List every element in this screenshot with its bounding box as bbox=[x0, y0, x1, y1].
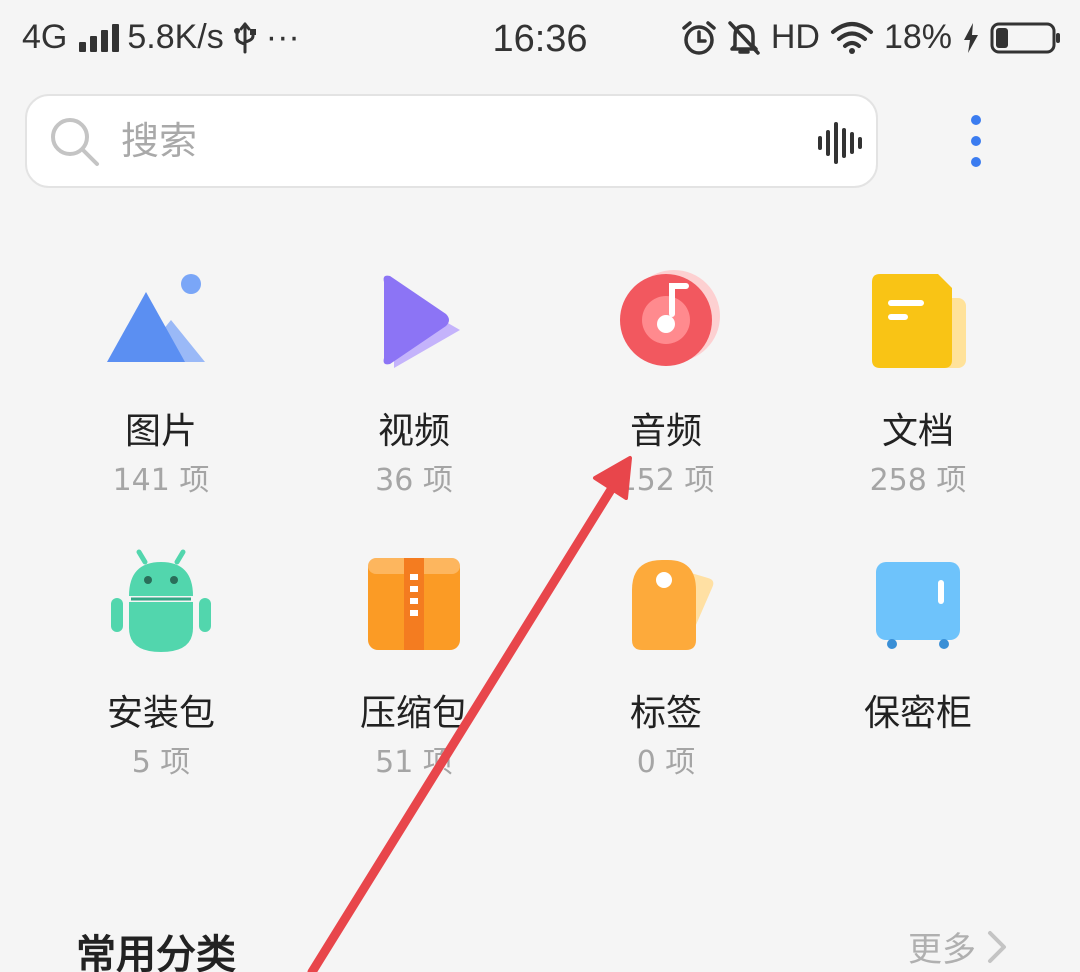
search-icon bbox=[51, 118, 99, 166]
search-input[interactable] bbox=[121, 119, 771, 163]
safe-icon bbox=[876, 562, 960, 649]
more-label: 更多 bbox=[908, 930, 976, 970]
category-count: 152 项 bbox=[617, 463, 715, 498]
zip-icon bbox=[368, 558, 460, 650]
voice-search-icon[interactable] bbox=[816, 120, 864, 166]
charging-icon bbox=[964, 22, 978, 53]
alarm-icon bbox=[682, 20, 716, 55]
category-label: 图片 bbox=[124, 411, 197, 452]
category-count: 0 项 bbox=[636, 745, 696, 780]
more-link[interactable]: 更多 bbox=[908, 922, 1008, 971]
category-tags[interactable]: 标签 0 项 bbox=[536, 542, 796, 782]
wifi-icon bbox=[830, 21, 873, 54]
image-icon bbox=[107, 274, 205, 362]
hd-indicator: HD bbox=[770, 18, 820, 56]
category-count: 36 项 bbox=[375, 463, 453, 498]
category-archives[interactable]: 压缩包 51 项 bbox=[284, 542, 544, 782]
category-label: 视频 bbox=[377, 411, 450, 452]
status-bar: 4G 5.8K/s ··· 16:36 HD 18% bbox=[0, 0, 1080, 78]
category-count: 141 项 bbox=[112, 463, 210, 498]
tag-icon bbox=[632, 560, 714, 650]
category-images[interactable]: 图片 141 项 bbox=[31, 260, 291, 500]
category-apks[interactable]: 安装包 5 项 bbox=[31, 542, 291, 782]
mute-bell-icon bbox=[728, 20, 760, 55]
category-videos[interactable]: 视频 36 项 bbox=[284, 260, 544, 500]
battery-icon bbox=[990, 22, 1060, 53]
chevron-right-icon bbox=[988, 930, 1006, 963]
category-label: 音频 bbox=[629, 411, 702, 452]
category-label: 标签 bbox=[629, 693, 702, 734]
audio-icon bbox=[620, 270, 720, 366]
search-bar[interactable] bbox=[25, 94, 878, 188]
battery-percent: 18% bbox=[883, 18, 952, 56]
status-right: HD 18% bbox=[681, 18, 1062, 57]
category-audio[interactable]: 音频 152 项 bbox=[536, 260, 796, 500]
document-icon bbox=[872, 274, 966, 368]
video-icon bbox=[383, 275, 460, 368]
more-options-icon[interactable] bbox=[955, 112, 997, 172]
category-count: 5 项 bbox=[131, 745, 191, 780]
common-categories-title: 常用分类 bbox=[76, 932, 236, 972]
category-label: 保密柜 bbox=[863, 693, 972, 734]
category-label: 安装包 bbox=[106, 693, 215, 734]
category-label: 压缩包 bbox=[359, 693, 468, 734]
category-label: 文档 bbox=[881, 411, 954, 452]
category-count: 258 项 bbox=[869, 463, 967, 498]
category-count: 51 项 bbox=[375, 745, 453, 780]
android-icon bbox=[111, 549, 211, 652]
category-safe[interactable]: 保密柜 bbox=[788, 542, 1048, 744]
category-documents[interactable]: 文档 258 项 bbox=[788, 260, 1048, 500]
